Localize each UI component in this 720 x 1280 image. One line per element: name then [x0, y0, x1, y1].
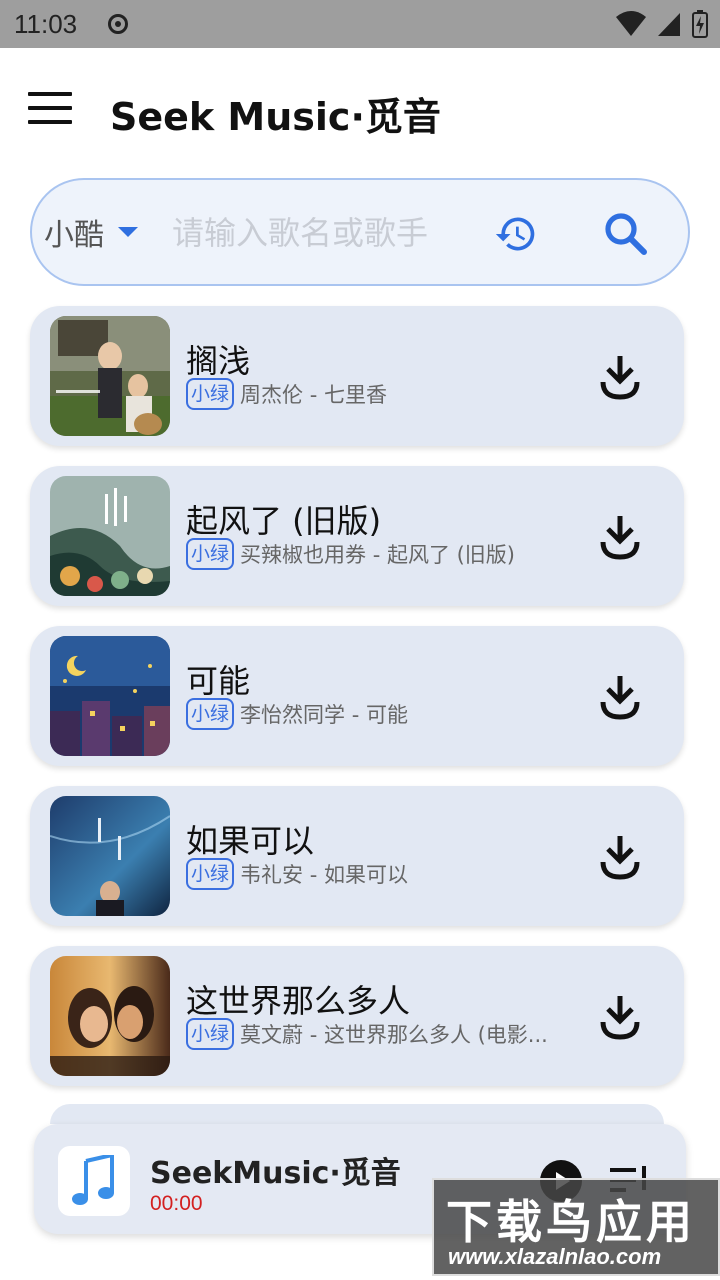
watermark: 下载鸟应用 www.xlazalnlao.com [432, 1178, 720, 1276]
song-title: 可能 [186, 662, 251, 700]
song-list: 搁浅 小绿 周杰伦 - 七里香 起风了 (旧版) 小绿 买辣椒也用券 - 起风了… [30, 306, 684, 1106]
download-icon[interactable] [600, 994, 640, 1040]
status-bar: 11:03 [0, 0, 720, 48]
status-time: 11:03 [14, 9, 78, 39]
album-cover [50, 316, 170, 436]
source-badge: 小绿 [186, 858, 235, 890]
source-dropdown[interactable]: 小酷 [44, 210, 138, 254]
song-artist: 莫文蔚 - 这世界那么多人 (电影... [240, 1023, 548, 1047]
music-note-icon [58, 1146, 130, 1216]
song-artist: 韦礼安 - 如果可以 [240, 863, 408, 887]
album-cover [50, 636, 170, 756]
search-bar: 小酷 [30, 178, 690, 286]
song-artist: 周杰伦 - 七里香 [240, 383, 387, 407]
song-meta: 小绿 买辣椒也用券 - 起风了 (旧版) [186, 538, 566, 570]
source-badge: 小绿 [186, 1018, 235, 1050]
song-meta: 小绿 莫文蔚 - 这世界那么多人 (电影... [186, 1018, 566, 1050]
download-icon[interactable] [600, 834, 640, 880]
source-badge: 小绿 [186, 698, 235, 730]
chevron-down-icon [118, 227, 138, 237]
watermark-url: www.xlazalnlao.com [448, 1244, 662, 1269]
player-time: 00:00 [150, 1192, 203, 1215]
song-item-partial [50, 1104, 664, 1124]
source-badge: 小绿 [186, 378, 235, 410]
source-badge: 小绿 [186, 538, 235, 570]
song-artist: 买辣椒也用券 - 起风了 (旧版) [240, 543, 516, 567]
song-title: 如果可以 [186, 822, 315, 860]
history-icon[interactable] [494, 212, 538, 256]
album-cover [50, 796, 170, 916]
source-label: 小酷 [44, 218, 104, 253]
app-title: Seek Music·觅音 [110, 95, 441, 139]
battery-icon [692, 10, 708, 38]
search-icon[interactable] [602, 210, 650, 258]
song-meta: 小绿 韦礼安 - 如果可以 [186, 858, 566, 890]
song-title: 这世界那么多人 [186, 982, 411, 1020]
album-cover [50, 476, 170, 596]
watermark-text: 下载鸟应用 [446, 1195, 696, 1249]
song-meta: 小绿 周杰伦 - 七里香 [186, 378, 566, 410]
download-icon[interactable] [600, 354, 640, 400]
song-item[interactable]: 搁浅 小绿 周杰伦 - 七里香 [30, 306, 684, 446]
song-item[interactable]: 如果可以 小绿 韦礼安 - 如果可以 [30, 786, 684, 926]
song-meta: 小绿 李怡然同学 - 可能 [186, 698, 566, 730]
song-title: 搁浅 [186, 342, 251, 380]
download-icon[interactable] [600, 674, 640, 720]
song-artist: 李怡然同学 - 可能 [240, 703, 408, 727]
app-bar: Seek Music·觅音 [0, 48, 720, 168]
player-title: SeekMusic·觅音 [150, 1156, 401, 1191]
search-input[interactable] [172, 206, 482, 260]
download-icon[interactable] [600, 514, 640, 560]
notification-dot-icon [108, 14, 128, 34]
signal-icon [658, 13, 680, 36]
status-icons [616, 10, 708, 38]
menu-icon[interactable] [28, 92, 72, 126]
wifi-icon [616, 11, 646, 36]
song-item[interactable]: 起风了 (旧版) 小绿 买辣椒也用券 - 起风了 (旧版) [30, 466, 684, 606]
song-item[interactable]: 这世界那么多人 小绿 莫文蔚 - 这世界那么多人 (电影... [30, 946, 684, 1086]
album-cover [50, 956, 170, 1076]
song-title: 起风了 (旧版) [186, 502, 382, 540]
song-item[interactable]: 可能 小绿 李怡然同学 - 可能 [30, 626, 684, 766]
